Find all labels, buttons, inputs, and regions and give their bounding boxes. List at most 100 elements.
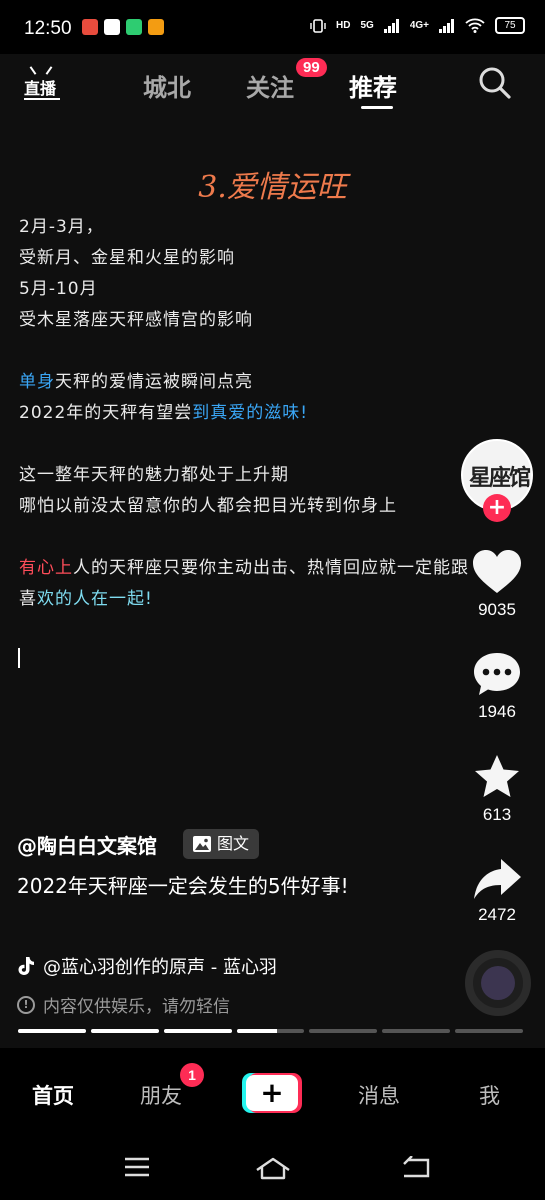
search-icon xyxy=(479,67,511,99)
signal-icon xyxy=(439,18,454,33)
app-notification-icon xyxy=(82,19,98,35)
live-underline xyxy=(24,98,60,100)
progress-segment xyxy=(382,1029,451,1033)
favorite-button[interactable]: 613 xyxy=(466,753,528,825)
music-cover-icon xyxy=(481,966,515,1000)
menu-icon[interactable] xyxy=(123,1156,151,1178)
post-caption: 2022年天秤座一定会发生的5件好事! xyxy=(17,874,349,898)
music-title: @蓝心羽创作的原声 - 蓝心羽 xyxy=(43,957,277,978)
live-tv-icon-antenna xyxy=(45,66,53,75)
search-button[interactable] xyxy=(478,66,512,100)
comment-count: 1946 xyxy=(478,702,516,721)
notification-icons xyxy=(82,19,164,35)
following-badge: 99 xyxy=(296,58,327,77)
progress-segment xyxy=(163,1029,232,1033)
share-count: 2472 xyxy=(478,905,516,924)
home-icon[interactable] xyxy=(254,1156,292,1180)
nav-messages[interactable]: 消息 xyxy=(358,1080,400,1110)
body-line: 这一整年天秤的魅力都处于上升期 xyxy=(19,465,289,485)
live-button[interactable]: 直播 xyxy=(24,66,62,102)
highlight-text: 有心上 xyxy=(19,558,73,578)
highlight-text: 单身 xyxy=(19,372,55,392)
picture-icon xyxy=(193,836,211,852)
progress-segment xyxy=(455,1029,524,1033)
body-line: 受木星落座天秤感情宫的影响 xyxy=(19,310,253,330)
progress-fill xyxy=(163,1029,232,1033)
type-tag-label: 图文 xyxy=(217,834,250,853)
body-line: 喜欢的人在一起! xyxy=(19,584,504,615)
hd-indicator: HD xyxy=(336,20,351,31)
app-notification-icon xyxy=(126,19,142,35)
back-icon[interactable] xyxy=(400,1156,432,1180)
body-text: 喜 xyxy=(19,589,37,609)
post-body: 2月-3月， 受新月、金星和火星的影响 5月-10月 受木星落座天秤感情宫的影响… xyxy=(19,212,504,615)
progress-segment xyxy=(309,1029,378,1033)
favorite-count: 613 xyxy=(482,805,512,824)
status-time: 12:50 xyxy=(24,18,72,39)
nav-home[interactable]: 首页 xyxy=(32,1080,74,1110)
app-notification-icon xyxy=(148,19,164,35)
body-text: 2022年的天秤有望尝 xyxy=(19,403,193,423)
author-name[interactable]: @陶白白文案馆 xyxy=(17,830,157,859)
share-button[interactable]: 2472 xyxy=(466,857,528,925)
disclaimer-text: 内容仅供娱乐，请勿轻信 xyxy=(43,997,230,1017)
comment-icon xyxy=(474,653,520,695)
progress-fill xyxy=(90,1029,159,1033)
progress-fill xyxy=(18,1029,86,1033)
tab-following[interactable]: 关注 xyxy=(246,68,294,103)
star-icon xyxy=(475,755,519,797)
tab-city[interactable]: 城北 xyxy=(143,68,191,103)
like-button[interactable]: 9035 xyxy=(466,548,528,620)
bottom-nav: 首页 朋友 1 + 消息 我 xyxy=(0,1048,545,1138)
status-bar: 12:50 HD 5G 4G+ 75 xyxy=(0,0,545,54)
body-line: 受新月、金星和火星的影响 xyxy=(19,248,235,268)
music-info[interactable]: @蓝心羽创作的原声 - 蓝心羽 xyxy=(17,953,277,979)
active-tab-indicator xyxy=(361,106,393,109)
body-line: 2022年的天秤有望尝到真爱的滋味! xyxy=(19,398,504,429)
highlight-text: 到真爱的滋味! xyxy=(192,403,309,423)
plus-icon: + xyxy=(260,1076,284,1109)
progress-segment xyxy=(18,1029,86,1033)
highlight-text: 欢的人在一起! xyxy=(37,589,153,609)
live-label: 直播 xyxy=(24,79,57,98)
body-text: 天秤的爱情运被瞬间点亮 xyxy=(55,372,253,392)
tiktok-note-icon xyxy=(18,957,34,975)
body-line: 单身天秤的爱情运被瞬间点亮 xyxy=(19,367,504,398)
network-4g: 4G+ xyxy=(409,20,429,31)
heart-icon xyxy=(473,550,521,593)
post-headline: 3.爱情运旺 xyxy=(198,170,347,205)
progress-segment xyxy=(90,1029,159,1033)
live-tv-icon xyxy=(29,66,37,75)
body-line: 2月-3月， xyxy=(19,217,104,237)
body-line: 有心上人的天秤座只要你主动出击、热情回应就一定能跟 xyxy=(19,553,504,584)
warning-icon: ! xyxy=(17,995,35,1014)
image-text-tag: 图文 xyxy=(183,829,260,859)
body-line: 5月-10月 xyxy=(19,279,98,299)
music-disc[interactable] xyxy=(465,950,531,1016)
tab-recommended[interactable]: 推荐 xyxy=(349,68,397,103)
comment-button[interactable]: 1946 xyxy=(466,650,528,722)
nav-friends[interactable]: 朋友 xyxy=(140,1080,182,1110)
app-notification-icon xyxy=(104,19,120,35)
signal-icon xyxy=(383,18,399,33)
system-nav-bar xyxy=(0,1138,545,1200)
progress-fill xyxy=(236,1029,278,1033)
friends-badge: 1 xyxy=(180,1063,204,1087)
top-nav: 直播 城北 关注 99 推荐 xyxy=(0,54,545,116)
wifi-icon xyxy=(465,18,485,33)
battery-icon: 75 xyxy=(495,17,525,34)
like-count: 9035 xyxy=(478,600,516,619)
disclaimer: ! 内容仅供娱乐，请勿轻信 xyxy=(17,992,230,1017)
create-button[interactable]: + xyxy=(242,1073,302,1113)
nav-me[interactable]: 我 xyxy=(479,1080,500,1110)
network-5g: 5G xyxy=(360,20,374,31)
vibrate-icon xyxy=(310,18,326,33)
text-cursor xyxy=(18,648,20,668)
body-line: 哪怕以前没太留意你的人都会把目光转到你身上 xyxy=(19,496,397,516)
system-status-icons: HD 5G 4G+ 75 xyxy=(310,17,525,34)
avatar-logo-text: 星座馆 xyxy=(469,465,531,491)
follow-button[interactable]: + xyxy=(483,494,511,522)
progress-segment xyxy=(236,1029,305,1033)
body-text: 人的天秤座只要你主动出击、热情回应就一定能跟 xyxy=(73,558,469,578)
image-progress-bar xyxy=(18,1029,524,1033)
